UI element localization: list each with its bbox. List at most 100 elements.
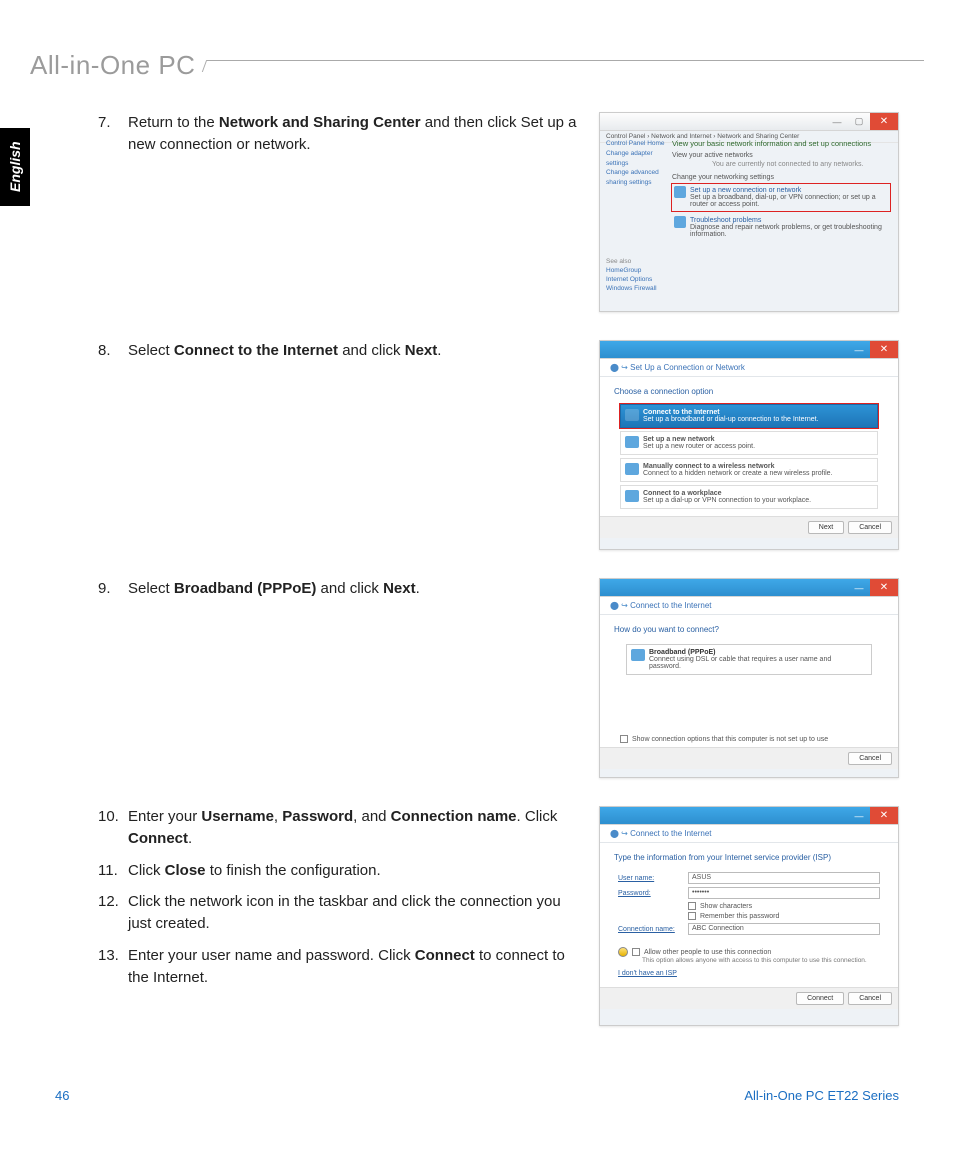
step-text: Click the network icon in the taskbar an… [128, 891, 581, 935]
section-10-13: 10. Enter your Username, Password, and C… [98, 806, 899, 1026]
nsc-change: Change your networking settings [672, 174, 890, 181]
network-icon [674, 186, 686, 198]
steps-block: 9. Select Broadband (PPPoE) and click Ne… [98, 578, 581, 610]
shield-icon [618, 947, 628, 957]
nsc-note: You are currently not connected to any n… [712, 161, 890, 168]
troubleshoot-icon [674, 216, 686, 228]
username-label: User name: [618, 875, 688, 882]
next-button[interactable]: Next [808, 521, 844, 534]
show-characters-checkbox[interactable]: Show characters [688, 902, 880, 910]
nsc-main: View your basic network information and … [672, 139, 890, 244]
window-titlebar: — ✕ [600, 341, 898, 359]
close-icon[interactable]: ✕ [870, 113, 898, 130]
dialog-title: ⬤ ↪ Connect to the Internet [600, 825, 898, 843]
cancel-button[interactable]: Cancel [848, 752, 892, 765]
minimize-icon[interactable]: — [848, 341, 870, 358]
option-wireless[interactable]: Manually connect to a wireless network C… [620, 458, 878, 482]
connection-name-input[interactable]: ABC Connection [688, 923, 880, 935]
no-isp-link[interactable]: I don't have an ISP [618, 970, 880, 977]
dialog-body: Type the information from your Internet … [600, 843, 898, 1009]
nsc-heading: View your basic network information and … [672, 139, 890, 148]
step-9: 9. Select Broadband (PPPoE) and click Ne… [98, 578, 581, 600]
see-also-link[interactable]: Internet Options [606, 275, 657, 284]
sidebar-link[interactable]: Change adapter settings [606, 149, 666, 169]
nsc-sub: View your active networks [672, 152, 890, 159]
modem-icon [631, 649, 645, 661]
dialog-title: ⬤ ↪ Connect to the Internet [600, 597, 898, 615]
window-titlebar: — ▢ ✕ [600, 113, 898, 131]
opt-sub: Set up a broadband, dial-up, or VPN conn… [690, 194, 886, 208]
globe-icon [625, 409, 639, 421]
step-number: 10. [98, 806, 128, 850]
allow-subtext: This option allows anyone with access to… [642, 957, 880, 964]
step-number: 9. [98, 578, 128, 600]
dialog-footer: Connect Cancel [600, 987, 898, 1009]
step-text: Return to the Network and Sharing Center… [128, 112, 581, 156]
step-number: 13. [98, 945, 128, 989]
dialog-prompt: Choose a connection option [614, 387, 884, 396]
building-icon [625, 490, 639, 502]
step-text: Select Broadband (PPPoE) and click Next. [128, 578, 581, 600]
see-also-link[interactable]: HomeGroup [606, 266, 657, 275]
option-broadband-pppoe[interactable]: Broadband (PPPoE) Connect using DSL or c… [626, 644, 872, 675]
step-11: 11. Click Close to finish the configurat… [98, 860, 581, 882]
screenshot-credentials: — ✕ ⬤ ↪ Connect to the Internet Type the… [599, 806, 899, 1026]
connect-button[interactable]: Connect [796, 992, 844, 1005]
dialog-prompt: Type the information from your Internet … [614, 853, 884, 862]
username-input[interactable]: ASUS [688, 872, 880, 884]
screenshot-connection-options: — ✕ ⬤ ↪ Set Up a Connection or Network C… [599, 340, 899, 550]
checkbox-icon [688, 902, 696, 910]
option-new-network[interactable]: Set up a new network Set up a new router… [620, 431, 878, 455]
nsc-sidebar: Control Panel Home Change adapter settin… [606, 139, 666, 188]
screenshot-pppoe: — ✕ ⬤ ↪ Connect to the Internet How do y… [599, 578, 899, 778]
step-number: 12. [98, 891, 128, 935]
wifi-icon [625, 463, 639, 475]
opt-head: Troubleshoot problems [690, 217, 886, 224]
option-connect-internet[interactable]: Connect to the Internet Set up a broadba… [620, 404, 878, 428]
close-icon[interactable]: ✕ [870, 807, 898, 824]
header-title: All-in-One PC [30, 50, 195, 81]
window-titlebar: — ✕ [600, 807, 898, 825]
password-label: Password: [618, 890, 688, 897]
minimize-icon[interactable]: — [848, 579, 870, 596]
header-rule [207, 60, 924, 72]
dialog-title: ⬤ ↪ Set Up a Connection or Network [600, 359, 898, 377]
remember-password-checkbox[interactable]: Remember this password [688, 912, 880, 920]
minimize-icon[interactable]: — [848, 807, 870, 824]
step-text: Click Close to finish the configuration. [128, 860, 581, 882]
step-text: Enter your Username, Password, and Conne… [128, 806, 581, 850]
nsc-option-setup[interactable]: Set up a new connection or network Set u… [672, 184, 890, 211]
step-text: Enter your user name and password. Click… [128, 945, 581, 989]
step-7: 7. Return to the Network and Sharing Cen… [98, 112, 581, 156]
sidebar-link[interactable]: Change advanced sharing settings [606, 168, 666, 188]
page-footer: 46 All-in-One PC ET22 Series [55, 1088, 899, 1103]
option-workplace[interactable]: Connect to a workplace Set up a dial-up … [620, 485, 878, 509]
cancel-button[interactable]: Cancel [848, 992, 892, 1005]
page-number: 46 [55, 1088, 69, 1103]
dialog-prompt: How do you want to connect? [614, 625, 884, 634]
section-7: 7. Return to the Network and Sharing Cen… [98, 112, 899, 312]
close-icon[interactable]: ✕ [870, 579, 898, 596]
steps-block: 8. Select Connect to the Internet and cl… [98, 340, 581, 372]
minimize-icon[interactable]: — [826, 113, 848, 130]
close-icon[interactable]: ✕ [870, 341, 898, 358]
connection-name-label: Connection name: [618, 926, 688, 933]
screenshot-network-sharing-center: — ▢ ✕ Control Panel › Network and Intern… [599, 112, 899, 312]
step-8: 8. Select Connect to the Internet and cl… [98, 340, 581, 362]
steps-block: 7. Return to the Network and Sharing Cen… [98, 112, 581, 166]
field-connection-name: Connection name: ABC Connection [618, 923, 880, 935]
cancel-button[interactable]: Cancel [848, 521, 892, 534]
nsc-option-troubleshoot[interactable]: Troubleshoot problems Diagnose and repai… [672, 214, 890, 241]
sidebar-link[interactable]: Control Panel Home [606, 139, 666, 149]
password-input[interactable]: ••••••• [688, 887, 880, 899]
step-number: 11. [98, 860, 128, 882]
see-also-link[interactable]: Windows Firewall [606, 284, 657, 293]
steps-block: 10. Enter your Username, Password, and C… [98, 806, 581, 998]
show-options-checkbox[interactable]: Show connection options that this comput… [620, 735, 878, 743]
checkbox-icon [632, 948, 640, 956]
router-icon [625, 436, 639, 448]
allow-others-checkbox[interactable]: Allow other people to use this connectio… [618, 947, 880, 957]
dialog-body: Choose a connection option Connect to th… [600, 377, 898, 538]
maximize-icon[interactable]: ▢ [848, 113, 870, 130]
field-password: Password: ••••••• [618, 887, 880, 899]
